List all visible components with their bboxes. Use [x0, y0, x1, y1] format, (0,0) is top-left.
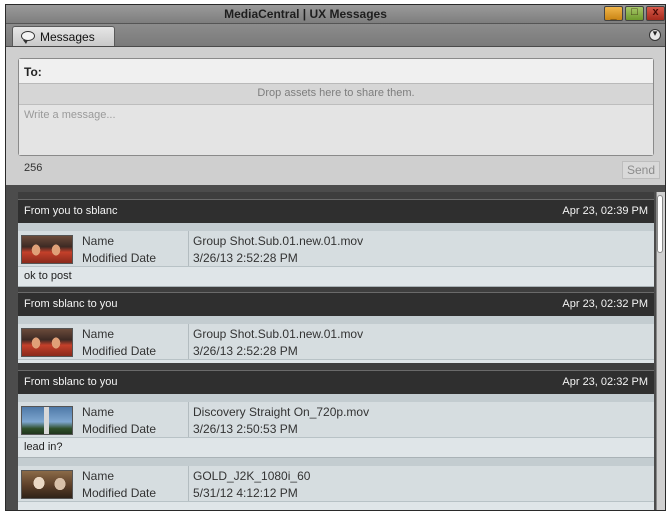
launch-thumbnail — [21, 406, 73, 435]
speech-bubble-icon — [21, 31, 35, 44]
message-strip — [18, 458, 654, 466]
title-bar: MediaCentral | UX Messages _ □ x — [6, 5, 665, 24]
asset-modified-label: Modified Date — [82, 344, 157, 358]
tab-messages[interactable]: Messages — [12, 26, 115, 46]
character-count: 256 — [24, 162, 43, 174]
asset-modified-value: 3/26/13 2:52:28 PM — [193, 344, 298, 358]
message-body: lead in? — [24, 441, 63, 453]
minimize-icon: _ — [610, 9, 617, 21]
app-window: MediaCentral | UX Messages _ □ x Message… — [5, 4, 666, 511]
close-button[interactable]: x — [646, 6, 665, 21]
asset-modified-value: 3/26/13 2:50:53 PM — [193, 422, 298, 436]
message-strip — [18, 223, 654, 231]
column-divider — [188, 324, 189, 359]
message-date: Apr 23, 02:39 PM — [562, 205, 648, 217]
asset-row[interactable]: Name Modified Date Group Shot.Sub.01.new… — [18, 231, 654, 267]
message-strip — [18, 394, 654, 402]
recipient-field[interactable]: To: — [19, 59, 653, 84]
message-from: From sblanc to you — [24, 376, 118, 388]
tab-bar: Messages ▾ — [6, 24, 665, 47]
compose-area: To: Drop assets here to share them. 256 … — [6, 47, 665, 185]
asset-row[interactable]: Name Modified Date Discovery Straight On… — [18, 402, 654, 438]
crew-thumbnail — [21, 328, 73, 357]
compose-box: To: Drop assets here to share them. — [18, 58, 654, 156]
asset-row[interactable]: Name Modified Date Group Shot.Sub.01.new… — [18, 324, 654, 360]
asset-modified-value: 5/31/12 4:12:12 PM — [193, 486, 298, 500]
window-title: MediaCentral | UX Messages — [224, 7, 387, 21]
column-divider — [188, 402, 189, 437]
asset-name-value: Group Shot.Sub.01.new.01.mov — [193, 234, 364, 248]
asset-modified-label: Modified Date — [82, 251, 157, 265]
divider — [6, 185, 665, 191]
message-text: lead in? — [18, 438, 654, 458]
maximize-icon: □ — [631, 6, 638, 18]
message-body: ok to post — [24, 270, 72, 282]
message-footer — [18, 360, 654, 363]
message-header: From sblanc to you Apr 23, 02:32 PM — [18, 292, 654, 316]
message-header: From you to sblanc Apr 23, 02:39 PM — [18, 199, 654, 223]
message-from: From you to sblanc — [24, 205, 118, 217]
asset-modified-label: Modified Date — [82, 486, 157, 500]
asset-name-value: Group Shot.Sub.01.new.01.mov — [193, 327, 364, 341]
asset-name-value: GOLD_J2K_1080i_60 — [193, 469, 311, 483]
message-date: Apr 23, 02:32 PM — [562, 376, 648, 388]
gold-thumbnail — [21, 470, 73, 499]
chevron-down-icon: ▾ — [652, 28, 658, 38]
asset-name-label: Name — [82, 469, 115, 483]
asset-drop-zone[interactable]: Drop assets here to share them. — [19, 84, 653, 105]
message-text: ok to post — [18, 267, 654, 287]
asset-modified-label: Modified Date — [82, 422, 157, 436]
message-list: From you to sblanc Apr 23, 02:39 PM Name… — [18, 192, 654, 510]
message-header: From sblanc to you Apr 23, 02:32 PM — [18, 370, 654, 394]
send-button[interactable]: Send — [622, 161, 660, 179]
column-divider — [188, 231, 189, 266]
message-input[interactable] — [19, 105, 653, 155]
minimize-button[interactable]: _ — [604, 6, 623, 21]
message-date: Apr 23, 02:32 PM — [562, 298, 648, 310]
close-icon: x — [652, 6, 659, 18]
tab-label: Messages — [40, 30, 95, 44]
message-from: From sblanc to you — [24, 298, 118, 310]
scrollbar-thumb[interactable] — [657, 195, 663, 253]
maximize-button[interactable]: □ — [625, 6, 644, 21]
crew-thumbnail — [21, 235, 73, 264]
asset-name-label: Name — [82, 234, 115, 248]
column-divider — [188, 466, 189, 501]
asset-modified-value: 3/26/13 2:52:28 PM — [193, 251, 298, 265]
asset-name-label: Name — [82, 405, 115, 419]
asset-name-value: Discovery Straight On_720p.mov — [193, 405, 370, 419]
asset-name-label: Name — [82, 327, 115, 341]
message-strip — [18, 316, 654, 324]
message-footer — [18, 502, 654, 510]
asset-row[interactable]: Name Modified Date GOLD_J2K_1080i_60 5/3… — [18, 466, 654, 502]
to-label: To: — [24, 65, 42, 79]
drop-hint: Drop assets here to share them. — [257, 87, 415, 99]
panel-menu-button[interactable]: ▾ — [649, 28, 661, 41]
